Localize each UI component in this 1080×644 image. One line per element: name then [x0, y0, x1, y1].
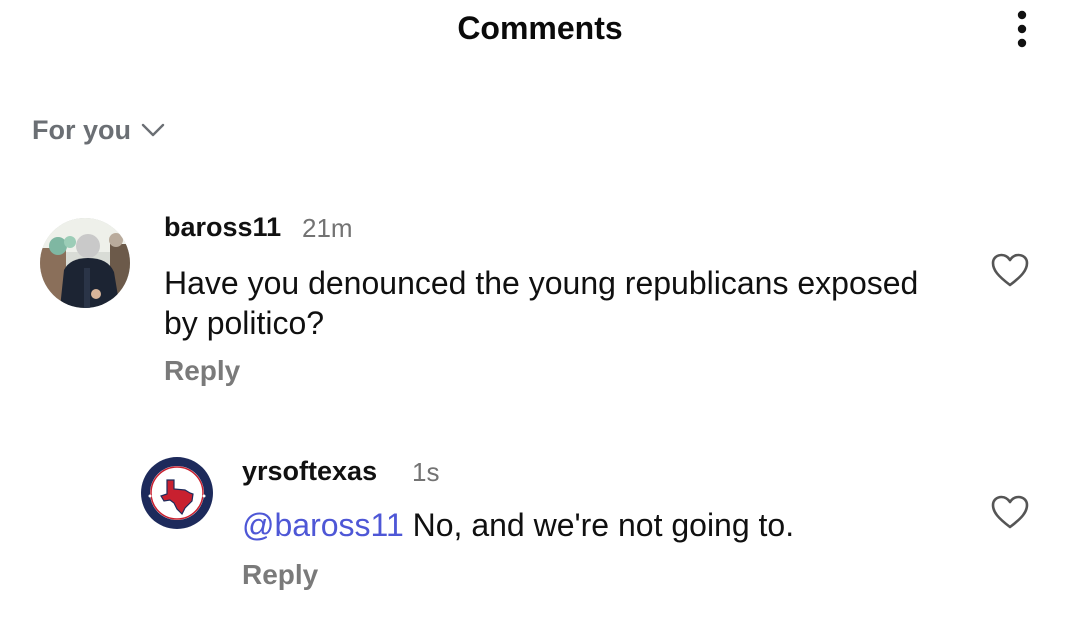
reply-button[interactable]: Reply: [164, 355, 240, 387]
comment-text: Have you denounced the young republicans…: [164, 265, 919, 341]
user-photo-avatar: [40, 218, 130, 308]
comment-timestamp: 21m: [302, 213, 353, 243]
comment-body: No, and we're not going to.: [403, 507, 795, 543]
heart-outline-icon: [991, 495, 1029, 529]
heart-outline-icon: [991, 253, 1029, 287]
chevron-down-icon: [141, 123, 165, 137]
more-options-button[interactable]: [1002, 8, 1042, 50]
like-button[interactable]: [988, 492, 1032, 532]
like-button[interactable]: [988, 250, 1032, 290]
avatar[interactable]: [140, 456, 214, 530]
comment-text: @baross11 No, and we're not going to.: [242, 505, 962, 545]
sort-dropdown[interactable]: For you: [32, 110, 165, 150]
reply-button[interactable]: Reply: [242, 559, 318, 591]
avatar[interactable]: [40, 218, 130, 308]
more-vertical-icon: [1017, 10, 1027, 48]
comment-timestamp: 1s: [412, 457, 440, 487]
comment-username[interactable]: baross11: [164, 212, 281, 243]
comment-username[interactable]: yrsoftexas: [242, 456, 377, 487]
comments-sheet: Comments For you baross11 21m Have you d…: [0, 0, 1080, 644]
texas-logo-avatar: [141, 457, 213, 529]
mention-link[interactable]: @baross11: [242, 507, 404, 543]
sort-label: For you: [32, 114, 131, 145]
page-title: Comments: [457, 10, 623, 46]
